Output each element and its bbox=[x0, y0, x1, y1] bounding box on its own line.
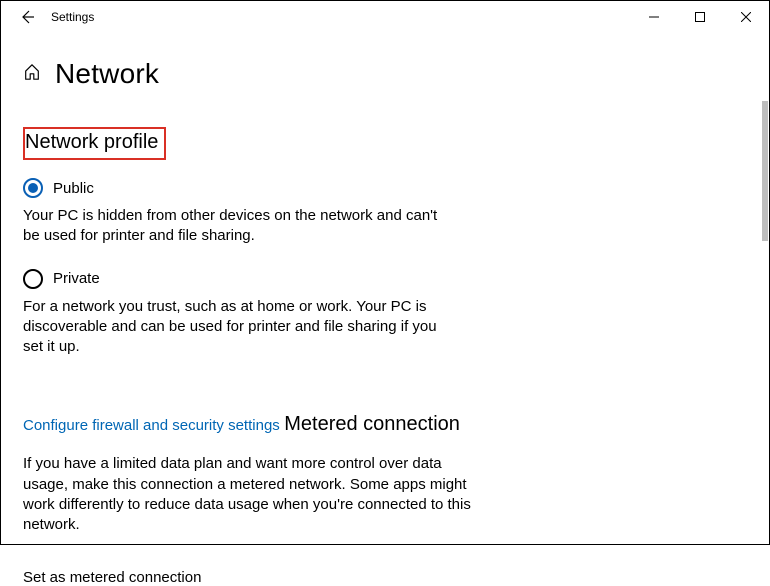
network-profile-heading: Network profile bbox=[25, 131, 158, 154]
maximize-button[interactable] bbox=[677, 1, 723, 33]
metered-connection-heading: Metered connection bbox=[284, 413, 460, 436]
window-controls bbox=[631, 1, 769, 33]
scrollbar-thumb[interactable] bbox=[762, 101, 768, 241]
configure-firewall-link[interactable]: Configure firewall and security settings bbox=[23, 417, 280, 434]
arrow-left-icon bbox=[19, 9, 35, 25]
home-button[interactable] bbox=[23, 63, 41, 86]
home-icon bbox=[23, 63, 41, 81]
minimize-icon bbox=[649, 12, 659, 22]
close-icon bbox=[741, 12, 751, 22]
titlebar: Settings bbox=[1, 1, 769, 33]
page-title: Network bbox=[55, 58, 159, 90]
metered-toggle-label: Set as metered connection bbox=[23, 569, 747, 586]
close-button[interactable] bbox=[723, 1, 769, 33]
back-button[interactable] bbox=[11, 5, 43, 29]
window-title: Settings bbox=[51, 10, 94, 24]
radio-label-public: Public bbox=[53, 180, 94, 197]
radio-label-private: Private bbox=[53, 270, 100, 287]
page-header: Network bbox=[1, 33, 769, 105]
metered-description: If you have a limited data plan and want… bbox=[23, 454, 483, 535]
radio-input-public[interactable] bbox=[23, 178, 43, 198]
maximize-icon bbox=[695, 12, 705, 22]
radio-input-private[interactable] bbox=[23, 269, 43, 289]
content-area: Network profile Public Your PC is hidden… bbox=[1, 105, 769, 586]
minimize-button[interactable] bbox=[631, 1, 677, 33]
public-description: Your PC is hidden from other devices on … bbox=[23, 206, 443, 247]
private-description: For a network you trust, such as at home… bbox=[23, 297, 443, 358]
network-profile-heading-highlight: Network profile bbox=[23, 127, 166, 160]
radio-public[interactable]: Public bbox=[23, 178, 747, 198]
radio-private[interactable]: Private bbox=[23, 269, 747, 289]
